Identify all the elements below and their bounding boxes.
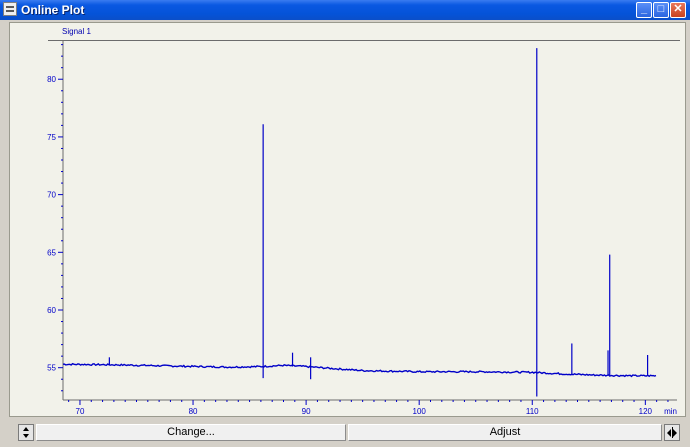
vertical-scroll-spinner[interactable] (18, 424, 34, 441)
y-tick-label: 55 (47, 364, 56, 373)
y-tick-label: 75 (47, 133, 56, 142)
x-tick-label: 110 (526, 407, 539, 416)
x-tick-label: 90 (302, 407, 311, 416)
maximize-button[interactable]: □ (653, 2, 669, 18)
close-button[interactable]: ✕ (670, 2, 686, 18)
signal-chart[interactable]: 55 60 65 70 75 80 70 80 90 100 110 120 min (10, 23, 685, 416)
x-tick-label: 80 (189, 407, 198, 416)
y-tick-label: 60 (47, 306, 56, 315)
change-button[interactable]: Change... (36, 424, 346, 441)
x-tick-label: 120 (639, 407, 653, 416)
up-arrow-icon (23, 427, 29, 431)
title-bar[interactable]: Online Plot _ □ ✕ (0, 0, 690, 20)
y-tick-label: 70 (47, 191, 56, 200)
y-tick-label: 80 (47, 75, 56, 84)
x-axis-unit-label: min (664, 407, 677, 416)
left-arrow-icon (667, 429, 671, 437)
plot-area[interactable]: Signal 1 55 60 65 70 75 80 70 80 90 100 110 120 min (9, 22, 686, 417)
online-plot-window: Online Plot _ □ ✕ Signal 1 55 60 65 70 75 80 7… (0, 0, 690, 447)
x-tick-label: 100 (413, 407, 427, 416)
app-icon[interactable] (3, 2, 17, 16)
adjust-button[interactable]: Adjust (348, 424, 662, 441)
y-tick-label: 65 (47, 248, 56, 257)
minimize-button[interactable]: _ (636, 2, 652, 18)
down-arrow-icon (23, 434, 29, 438)
bottom-toolbar: Change... Adjust (0, 419, 690, 447)
right-arrow-icon (673, 429, 677, 437)
window-title: Online Plot (21, 3, 85, 17)
x-tick-label: 70 (76, 407, 85, 416)
horizontal-scroll-spinner[interactable] (664, 424, 680, 441)
signal-baseline-line (62, 362, 657, 378)
